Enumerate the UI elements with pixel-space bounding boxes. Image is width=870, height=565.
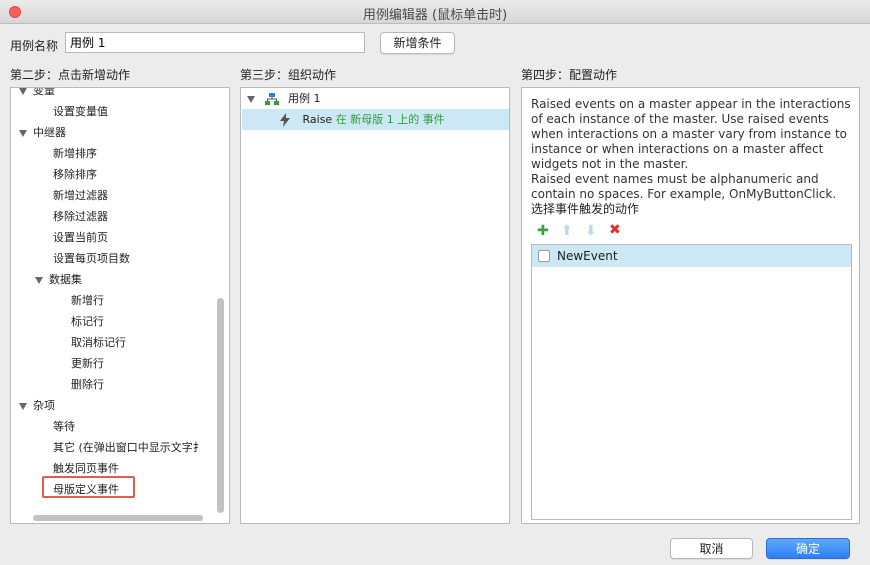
tree-item-mark-row[interactable]: 标记行: [71, 311, 104, 332]
tree-item-set-items-per-page[interactable]: 设置每页项目数: [53, 248, 130, 269]
action-detail: 在 新母版 1 上的 事件: [332, 113, 445, 126]
raised-event-description: Raised events on a master appear in the …: [531, 97, 853, 217]
move-down-icon[interactable]: ⬇: [585, 223, 597, 239]
tree-item-remove-filter[interactable]: 移除过滤器: [53, 206, 108, 227]
tree-item-wait[interactable]: 等待: [53, 416, 75, 437]
tree-group-repeater[interactable]: 中继器: [19, 122, 66, 143]
tree-item-remove-sort[interactable]: 移除排序: [53, 164, 97, 185]
tree-item-add-row[interactable]: 新增行: [71, 290, 104, 311]
tree-label: 杂项: [33, 399, 55, 412]
case-name-label: 用例名称: [10, 39, 59, 53]
tree-group-misc[interactable]: 杂项: [19, 395, 55, 416]
expand-triangle-icon[interactable]: [19, 402, 27, 410]
step4-title: 第四步：配置动作: [521, 68, 618, 82]
tree-item-unmark-row[interactable]: 取消标记行: [71, 332, 126, 353]
ok-button[interactable]: 确定: [766, 538, 850, 559]
tree-item-set-current-page[interactable]: 设置当前页: [53, 227, 108, 248]
step3-title: 第三步：组织动作: [240, 68, 337, 82]
action-row[interactable]: Raise 在 新母版 1 上的 事件: [279, 109, 445, 130]
lightning-icon: [280, 113, 290, 127]
event-checkbox[interactable]: [538, 250, 550, 262]
configure-action-panel: Raised events on a master appear in the …: [521, 87, 860, 524]
select-events-label: 选择事件触发的动作: [531, 202, 640, 216]
cancel-button[interactable]: 取消: [670, 538, 753, 559]
action-prefix: Raise: [302, 113, 333, 126]
window-title: 用例编辑器 (鼠标单击时): [362, 8, 508, 23]
title-bar: 用例编辑器 (鼠标单击时): [0, 0, 870, 24]
step2-title: 第二步：点击新增动作: [10, 68, 131, 82]
case-label: 用例 1: [288, 92, 321, 105]
tree-item-update-row[interactable]: 更新行: [71, 353, 104, 374]
tree-item-set-variable[interactable]: 设置变量值: [53, 101, 108, 122]
horizontal-scrollbar[interactable]: [33, 515, 203, 521]
move-up-icon[interactable]: ⬆: [561, 223, 573, 239]
expand-triangle-icon[interactable]: [35, 276, 43, 284]
tree-group-variables[interactable]: 变量: [19, 87, 55, 101]
organize-actions-panel: 用例 1 Raise 在 新母版 1 上的 事件: [240, 87, 510, 524]
vertical-scrollbar[interactable]: [217, 298, 224, 513]
case-flow-icon: [264, 93, 279, 105]
tree-item-add-filter[interactable]: 新增过滤器: [53, 185, 108, 206]
event-list: NewEvent: [531, 244, 852, 520]
tree-item-delete-row[interactable]: 删除行: [71, 374, 104, 395]
event-row[interactable]: NewEvent: [532, 245, 851, 267]
expand-triangle-icon[interactable]: [19, 88, 27, 95]
tree-label: 中继器: [33, 126, 66, 139]
tree-label: 数据集: [49, 273, 82, 286]
tree-label: 变量: [33, 87, 55, 97]
tree-item-other[interactable]: 其它 (在弹出窗口中显示文字扌: [53, 437, 203, 458]
case-row[interactable]: 用例 1: [247, 88, 321, 109]
description-text: Raised events on a master appear in the …: [531, 97, 851, 201]
expand-triangle-icon[interactable]: [19, 129, 27, 137]
expand-triangle-icon[interactable]: [247, 95, 255, 103]
add-condition-button[interactable]: 新增条件: [380, 32, 455, 54]
action-tree-panel: 变量 设置变量值 中继器 新增排序 移除排序 新增过滤器 移除过滤器 设置当前页…: [10, 87, 230, 524]
highlight-annotation: [42, 476, 135, 498]
event-name[interactable]: NewEvent: [557, 249, 618, 263]
add-event-icon[interactable]: ✚: [537, 223, 549, 239]
tree-item-add-sort[interactable]: 新增排序: [53, 143, 97, 164]
case-name-input[interactable]: [65, 32, 365, 53]
delete-event-icon[interactable]: ✖: [609, 222, 621, 238]
tree-group-dataset[interactable]: 数据集: [35, 269, 82, 290]
